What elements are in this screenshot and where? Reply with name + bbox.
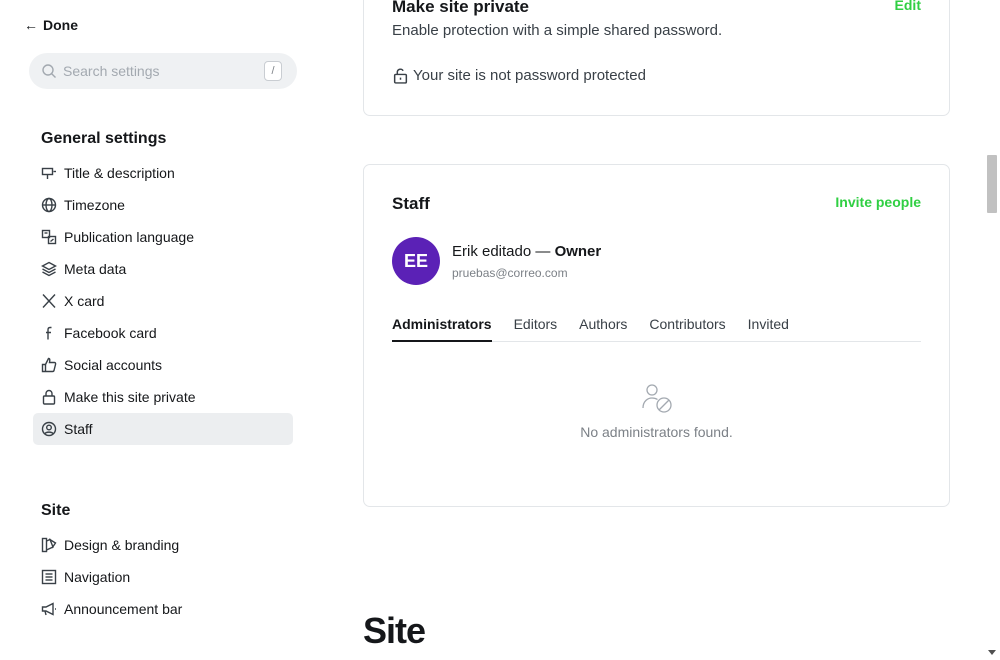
sidebar-item-facebook-card[interactable]: Facebook card [33,317,293,349]
sidebar-item-make-private[interactable]: Make this site private [33,381,293,413]
general-settings-heading: General settings [41,130,167,147]
sidebar-item-label: Title & description [64,165,175,181]
scroll-down-arrow[interactable] [988,650,996,655]
arrow-left-icon: ← [24,17,38,33]
owner-name: Erik editado [452,242,532,260]
sidebar-item-label: Publication language [64,229,194,245]
sidebar-item-navigation[interactable]: Navigation [33,561,293,593]
thumbs-up-icon [41,357,57,373]
password-status-text: Your site is not password protected [413,67,646,84]
sidebar-item-publication-language[interactable]: Publication language [33,221,293,253]
sidebar-item-meta-data[interactable]: Meta data [33,253,293,285]
search-icon [42,64,56,78]
general-settings-list: Title & description Timezone Publication… [33,157,293,445]
globe-icon [41,197,57,213]
tab-contributors[interactable]: Contributors [649,313,725,342]
owner-role: Owner [554,242,602,260]
done-button[interactable]: ← Done [24,17,78,33]
sidebar-item-label: X card [64,293,105,309]
site-section-heading: Site [363,610,426,651]
site-heading: Site [41,502,71,519]
done-label: Done [43,17,78,33]
sidebar-item-label: Facebook card [64,325,157,341]
sidebar-item-label: Navigation [64,569,131,585]
scrollbar[interactable] [983,0,1000,660]
sidebar-item-staff[interactable]: Staff [33,413,293,445]
owner-name-line: Erik editado — Owner [452,243,601,260]
staff-tabs: Administrators Editors Authors Contribut… [392,313,921,342]
search-input[interactable] [63,63,253,79]
owner-row[interactable]: EE Erik editado — Owner pruebas@correo.c… [392,237,601,285]
sidebar-item-label: Announcement bar [64,601,183,617]
translate-icon [41,229,57,245]
settings-sidebar: ← Done / General settings Title & descri… [0,0,330,660]
search-shortcut-key: / [264,61,282,81]
staff-card: Staff Invite people EE Erik editado — Ow… [363,164,950,507]
no-users-icon [641,384,672,413]
tab-authors[interactable]: Authors [579,313,627,342]
list-icon [41,569,57,585]
megaphone-icon [41,601,57,617]
lock-icon [41,389,57,405]
owner-email: pruebas@correo.com [452,265,568,280]
make-private-description: Enable protection with a simple shared p… [392,22,723,39]
sidebar-item-label: Timezone [64,197,125,213]
unlock-icon [393,68,408,84]
sidebar-item-announcement-bar[interactable]: Announcement bar [33,593,293,625]
make-private-title: Make site private [392,0,530,16]
sidebar-item-title-description[interactable]: Title & description [33,157,293,189]
edit-button[interactable]: Edit [895,0,921,13]
avatar: EE [392,237,440,285]
empty-state-text: No administrators found. [580,424,733,440]
layers-icon [41,261,57,277]
tab-administrators[interactable]: Administrators [392,313,492,342]
facebook-icon [41,325,57,341]
sidebar-item-label: Staff [64,421,93,437]
make-private-card: Make site private Edit Enable protection… [363,0,950,116]
staff-icon [41,421,57,437]
title-icon [41,165,57,181]
scrollbar-thumb[interactable] [987,155,997,213]
staff-title: Staff [392,194,430,213]
tab-invited[interactable]: Invited [748,313,789,342]
password-status: Your site is not password protected [392,67,646,84]
sidebar-item-x-card[interactable]: X card [33,285,293,317]
tab-editors[interactable]: Editors [514,313,558,342]
brush-icon [41,537,57,553]
search-box: / [29,53,297,89]
sidebar-item-design-branding[interactable]: Design & branding [33,529,293,561]
empty-state: No administrators found. [364,381,949,440]
sidebar-item-label: Meta data [64,261,127,277]
sidebar-item-social-accounts[interactable]: Social accounts [33,349,293,381]
x-logo-icon [41,293,57,309]
site-settings-list: Design & branding Navigation Announcemen… [33,529,293,625]
sidebar-item-label: Make this site private [64,389,196,405]
sidebar-item-timezone[interactable]: Timezone [33,189,293,221]
sidebar-item-label: Design & branding [64,537,180,553]
invite-people-button[interactable]: Invite people [835,194,921,210]
sidebar-item-label: Social accounts [64,357,163,373]
owner-separator: — [531,242,555,260]
